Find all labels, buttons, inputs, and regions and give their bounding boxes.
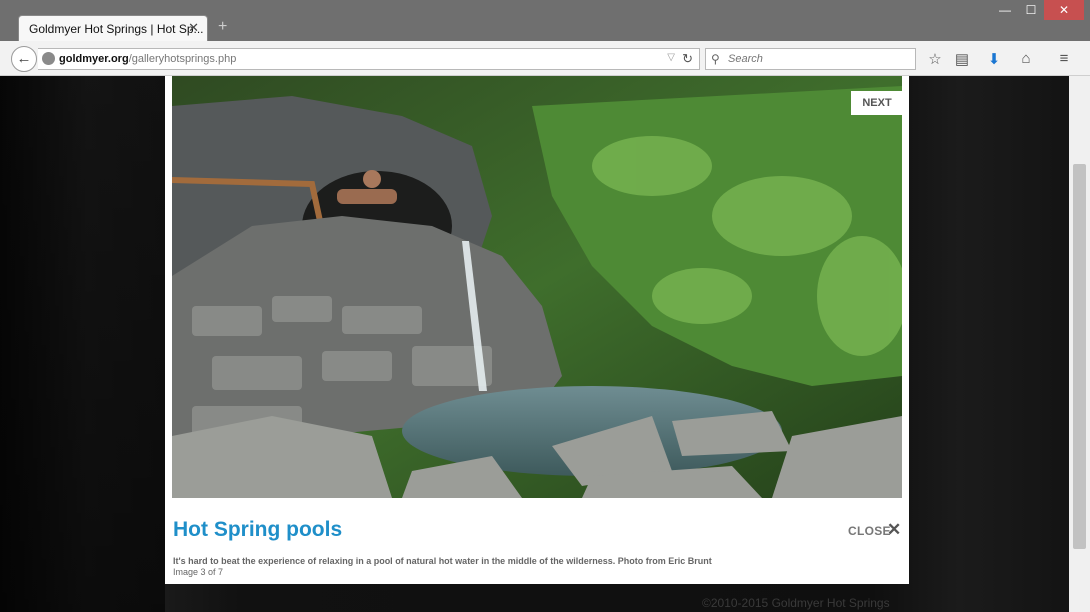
back-arrow-icon: ←: [16, 50, 32, 67]
reload-icon[interactable]: ↻: [682, 51, 693, 67]
home-icon[interactable]: ⌂: [1016, 50, 1036, 67]
close-window-button[interactable]: ✕: [1044, 0, 1084, 20]
site-identity-icon[interactable]: [42, 52, 55, 65]
url-history-dropdown-icon[interactable]: ▽: [667, 52, 675, 63]
url-path: /galleryhotsprings.php: [128, 53, 237, 65]
window-titlebar: Goldmyer Hot Springs | Hot Sp... ✕ + — ☐…: [0, 0, 1090, 42]
tab-close-icon[interactable]: ✕: [188, 20, 199, 36]
reading-list-icon[interactable]: ▤: [952, 50, 972, 68]
footer-copyright: ©2010-2015 Goldmyer Hot Springs: [702, 596, 890, 610]
search-box[interactable]: ⚲: [705, 48, 916, 70]
new-tab-icon[interactable]: +: [218, 18, 227, 36]
maximize-window-button[interactable]: ☐: [1018, 0, 1044, 20]
gallery-photo: [172, 76, 902, 498]
url-host: goldmyer.org: [59, 53, 129, 65]
close-icon[interactable]: ✕: [887, 520, 901, 540]
search-icon: ⚲: [711, 52, 720, 66]
menu-icon[interactable]: ≡: [1054, 50, 1074, 67]
back-button[interactable]: ←: [11, 46, 37, 72]
gallery-lightbox: NEXT Hot Spring pools CLOSE ✕ It's hard …: [165, 76, 909, 584]
image-title: Hot Spring pools: [173, 518, 343, 541]
url-text[interactable]: goldmyer.org/galleryhotsprings.php: [59, 53, 236, 65]
page-scrollbar[interactable]: [1069, 76, 1090, 612]
address-bar[interactable]: goldmyer.org/galleryhotsprings.php ▽ ↻: [38, 48, 700, 70]
search-input[interactable]: [728, 51, 908, 67]
scrollbar-thumb[interactable]: [1073, 164, 1086, 549]
navigation-toolbar: ← goldmyer.org/galleryhotsprings.php ▽ ↻…: [0, 41, 1090, 76]
minimize-window-button[interactable]: —: [992, 0, 1018, 20]
hot-spring-photo-illustration: [172, 76, 902, 498]
download-icon[interactable]: ⬇: [984, 50, 1004, 68]
next-image-button[interactable]: NEXT: [851, 91, 903, 115]
close-lightbox-button[interactable]: CLOSE: [848, 524, 891, 538]
image-description: It's hard to beat the experience of rela…: [173, 556, 712, 566]
background-overlay: [0, 76, 165, 612]
tab-title: Goldmyer Hot Springs | Hot Sp...: [29, 22, 204, 36]
bookmark-star-icon[interactable]: ☆: [925, 50, 945, 68]
image-counter: Image 3 of 7: [173, 567, 224, 577]
browser-tab[interactable]: Goldmyer Hot Springs | Hot Sp... ✕: [18, 15, 208, 42]
